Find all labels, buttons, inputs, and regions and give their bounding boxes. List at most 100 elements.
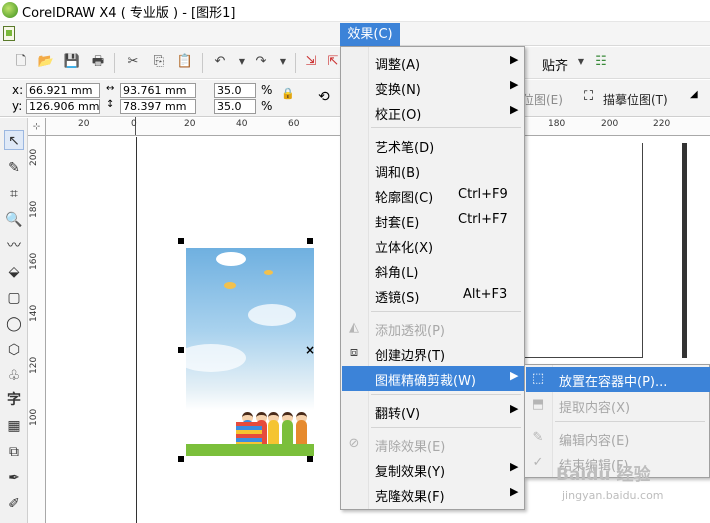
ruler-label: 160 — [29, 252, 39, 270]
menu-effects[interactable]: 效果(C) — [340, 23, 400, 46]
menu-item-clone-effect[interactable]: 克隆效果(F) ▶ — [342, 482, 524, 507]
ruler-origin[interactable]: ⊹ — [28, 118, 46, 136]
menu-item-label: 放置在容器中(P)... — [559, 375, 668, 390]
ellipse-tool-icon[interactable]: ◯ — [4, 314, 24, 334]
print-icon[interactable]: 🖶 — [89, 53, 107, 71]
cut-icon[interactable]: ✂ — [124, 53, 142, 71]
rectangle-tool-icon[interactable]: ▢ — [4, 288, 24, 308]
shape-tool-icon[interactable]: ✎ — [4, 158, 24, 178]
undo-icon[interactable]: ↶ — [211, 53, 229, 71]
ruler-label: 40 — [236, 119, 248, 129]
menu-item-extract-contents[interactable]: ⬒ 提取内容(X) — [526, 393, 710, 418]
menu-item-copy-effect[interactable]: 复制效果(Y) ▶ — [342, 457, 524, 482]
rotation-center-icon[interactable]: × — [305, 343, 315, 357]
page-border-bottom — [525, 357, 643, 358]
selected-image[interactable] — [186, 248, 314, 456]
basic-shapes-tool-icon[interactable]: ♧ — [4, 366, 24, 386]
menu-item-label: 翻转(V) — [375, 407, 421, 422]
interactive-blend-tool-icon[interactable]: ⧉ — [4, 442, 24, 462]
import-icon[interactable]: ⇲ — [302, 53, 320, 71]
selection-handle[interactable] — [178, 456, 184, 462]
scale-y-field[interactable]: 35.0 — [214, 99, 256, 114]
menu-separator — [555, 421, 705, 422]
child-figure — [268, 420, 279, 446]
menu-item-create-boundary[interactable]: ⧈ 创建边界(T) — [342, 341, 524, 366]
create-boundary-icon: ⧈ — [349, 345, 359, 360]
ruler-label: 180 — [29, 200, 39, 218]
menu-item-flip[interactable]: 翻转(V) ▶ — [342, 399, 524, 424]
save-icon[interactable]: 💾 — [63, 53, 81, 71]
menu-item-place-inside-container[interactable]: ⬚ 放置在容器中(P)... — [526, 367, 710, 392]
window-title: CorelDRAW X4 ( 专业版 ) - [图形1] — [22, 6, 236, 21]
rotate-icon[interactable]: ⟲ — [318, 89, 330, 105]
menu-item-correction[interactable]: 校正(O) ▶ — [342, 100, 524, 125]
trace-bitmap-button[interactable]: 描摹位图(T) — [603, 91, 668, 108]
menu-item-label: 调和(B) — [375, 166, 421, 181]
selection-handle[interactable] — [178, 238, 184, 244]
x-position-field[interactable]: 66.921 mm — [26, 83, 100, 98]
copy-icon[interactable]: ⎘ — [150, 53, 168, 71]
snap-label[interactable]: 贴齐 — [542, 55, 568, 74]
lock-ratio-icon[interactable]: 🔒 — [281, 87, 295, 100]
document-icon[interactable] — [3, 26, 15, 41]
menu-item-adjust[interactable]: 调整(A) ▶ — [342, 50, 524, 75]
options-icon[interactable]: ☷ — [592, 53, 610, 71]
title-bar: CorelDRAW X4 ( 专业版 ) - [图形1] — [0, 0, 710, 22]
ruler-label: 0 — [131, 119, 137, 129]
height-field[interactable]: 78.397 mm — [120, 99, 196, 114]
undo-dropdown-icon[interactable]: ▼ — [233, 53, 251, 71]
menu-item-label: 克隆效果(F) — [375, 490, 445, 505]
menu-item-label: 调整(A) — [375, 58, 421, 73]
selection-handle[interactable] — [178, 347, 184, 353]
open-folder-icon[interactable]: 📂 — [37, 53, 55, 71]
crop-tool-icon[interactable]: ⌗ — [4, 184, 24, 204]
submenu-arrow-icon: ▶ — [510, 78, 519, 91]
page-border-right — [642, 143, 643, 358]
menu-item-clear-effect[interactable]: ⊘ 清除效果(E) — [342, 432, 524, 457]
selection-handle[interactable] — [307, 456, 313, 462]
submenu-arrow-icon: ▶ — [510, 103, 519, 116]
toolbar-separator — [114, 53, 115, 73]
selection-handle[interactable] — [307, 238, 313, 244]
menu-item-shortcut: Ctrl+F7 — [458, 212, 508, 227]
smart-fill-tool-icon[interactable]: ⬙ — [4, 262, 24, 282]
table-tool-icon[interactable]: ▦ — [4, 416, 24, 436]
scale-x-field[interactable]: 35.0 — [214, 83, 256, 98]
width-field[interactable]: 93.761 mm — [120, 83, 196, 98]
toolbar-separator — [295, 53, 296, 73]
more-options-icon[interactable]: ◢ — [690, 89, 698, 100]
menu-item-label: 轮廓图(C) — [375, 191, 434, 206]
menu-item-lens[interactable]: 透镜(S) Alt+F3 — [342, 283, 524, 308]
paste-icon[interactable]: 📋 — [176, 53, 194, 71]
trace-bitmap-icon: ⛶ — [584, 89, 594, 104]
outline-tool-icon[interactable]: ✐ — [4, 494, 24, 514]
menu-item-extrude[interactable]: 立体化(X) — [342, 233, 524, 258]
submenu-arrow-icon: ▶ — [510, 485, 519, 498]
scale-x-unit: % — [261, 83, 273, 97]
menu-item-powerclip[interactable]: 图框精确剪裁(W) ▶ — [342, 366, 525, 391]
zoom-tool-icon[interactable]: 🔍 — [4, 210, 24, 230]
eyedropper-tool-icon[interactable]: ✒ — [4, 468, 24, 488]
menu-item-shortcut: Alt+F3 — [463, 287, 508, 302]
menu-item-blend[interactable]: 调和(B) — [342, 158, 524, 183]
text-tool-icon[interactable]: 字 — [4, 390, 24, 410]
redo-icon[interactable]: ↷ — [252, 53, 270, 71]
menu-item-edit-contents[interactable]: ✎ 编辑内容(E) — [526, 426, 710, 451]
menu-item-artistic-media[interactable]: 艺术笔(D) — [342, 133, 524, 158]
menu-item-transform[interactable]: 变换(N) ▶ — [342, 75, 524, 100]
ruler-label: 120 — [29, 356, 39, 374]
polygon-tool-icon[interactable]: ⬡ — [4, 340, 24, 360]
y-position-field[interactable]: 126.906 mm — [26, 99, 100, 114]
menu-item-add-perspective[interactable]: ◭ 添加透视(P) — [342, 316, 524, 341]
menu-item-bevel[interactable]: 斜角(L) — [342, 258, 524, 283]
edit-bitmap-button[interactable]: 位图(E) — [522, 91, 563, 108]
menu-item-contour[interactable]: 轮廓图(C) Ctrl+F9 — [342, 183, 524, 208]
freehand-tool-icon[interactable]: 〰 — [4, 236, 24, 256]
redo-dropdown-icon[interactable]: ▼ — [274, 53, 292, 71]
snap-dropdown-icon[interactable]: ▼ — [572, 53, 590, 71]
submenu-arrow-icon: ▶ — [510, 460, 519, 473]
menu-item-envelope[interactable]: 封套(E) Ctrl+F7 — [342, 208, 524, 233]
new-document-icon[interactable]: 🗋 — [12, 53, 30, 71]
child-figure — [282, 420, 293, 446]
pick-tool-icon[interactable]: ↖ — [4, 130, 24, 150]
